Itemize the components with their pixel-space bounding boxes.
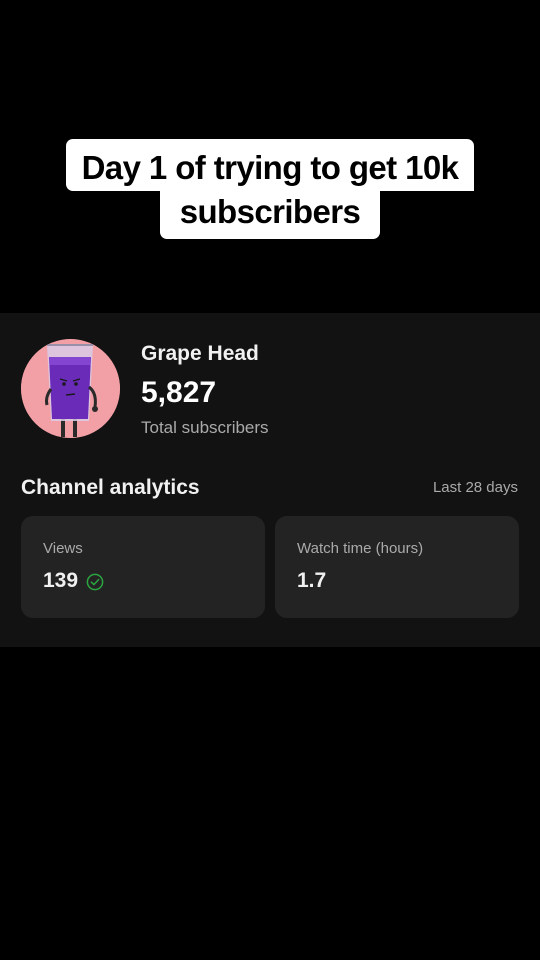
check-circle-icon (86, 572, 104, 591)
views-value-row: 139 (43, 568, 104, 594)
video-caption: Day 1 of trying to get 10k subscribers (0, 139, 540, 239)
grape-juice-cup-icon (21, 339, 120, 438)
watch-time-value-row: 1.7 (297, 568, 326, 594)
views-label: Views (43, 540, 83, 557)
views-card[interactable]: Views 139 (21, 516, 265, 618)
analytics-title: Channel analytics (21, 476, 200, 499)
subscriber-label: Total subscribers (141, 418, 269, 437)
channel-analytics-panel: Grape Head 5,827 Total subscribers Chann… (0, 313, 540, 647)
watch-time-label: Watch time (hours) (297, 540, 424, 557)
watch-time-card[interactable]: Watch time (hours) 1.7 (275, 516, 519, 618)
channel-avatar[interactable] (21, 339, 120, 438)
channel-header[interactable]: Grape Head 5,827 Total subscribers (21, 339, 521, 439)
analytics-period[interactable]: Last 28 days (433, 477, 518, 499)
subscriber-count: 5,827 (141, 376, 217, 409)
caption-line-1: Day 1 of trying to get 10k (66, 139, 474, 191)
caption-line-2: subscribers (160, 191, 380, 239)
views-value: 139 (43, 569, 79, 592)
analytics-header: Channel analytics Last 28 days (21, 473, 518, 503)
channel-info: Grape Head 5,827 Total subscribers (141, 341, 269, 439)
watch-time-value: 1.7 (297, 569, 327, 592)
channel-name: Grape Head (141, 342, 259, 365)
